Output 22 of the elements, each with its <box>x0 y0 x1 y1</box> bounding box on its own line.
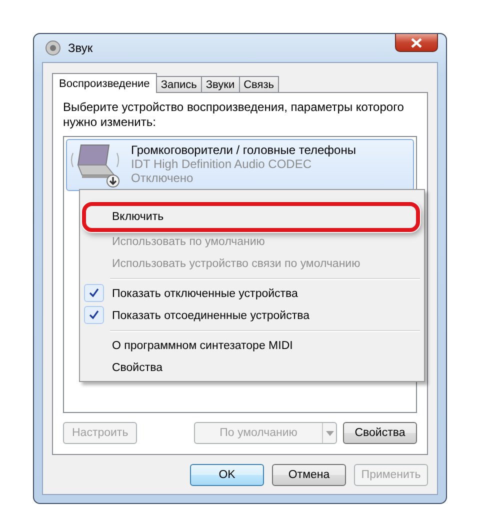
device-status: Отключено <box>131 171 194 185</box>
window-title: Звук <box>68 41 93 55</box>
device-driver: IDT High Definition Audio CODEC <box>131 157 313 171</box>
tab[interactable]: Связь <box>238 76 280 93</box>
close-icon <box>411 38 422 48</box>
tab[interactable]: Воспроизведение <box>52 73 157 93</box>
device-name: Громкоговорители / головные телефоны <box>131 143 356 157</box>
menu-item[interactable]: О программном синтезаторе MIDI <box>82 335 422 357</box>
caret-icon <box>326 430 334 436</box>
speaker-icon <box>44 39 62 57</box>
instruction-text: Выберите устройство воспроизведения, параметры которого нужно изменить: <box>63 100 405 130</box>
menu-item[interactable]: Показать отсоединенные устройства <box>82 305 422 327</box>
menu-item[interactable]: Свойства <box>82 357 422 379</box>
panel-button[interactable]: Свойства <box>343 422 417 444</box>
device-item[interactable]: Громкоговорители / головные телефоны IDT High Definition Audio CODEC Отключено <box>66 139 414 191</box>
close-button[interactable] <box>395 34 438 52</box>
menu-item[interactable]: Включить <box>86 206 416 228</box>
dialog-button[interactable]: Отмена <box>272 464 346 486</box>
menu-item[interactable]: Показать отключенные устройства <box>82 283 422 305</box>
dialog-button[interactable]: OK <box>190 464 264 486</box>
tab[interactable]: Запись <box>156 76 202 93</box>
tab[interactable]: Звуки <box>200 76 240 93</box>
